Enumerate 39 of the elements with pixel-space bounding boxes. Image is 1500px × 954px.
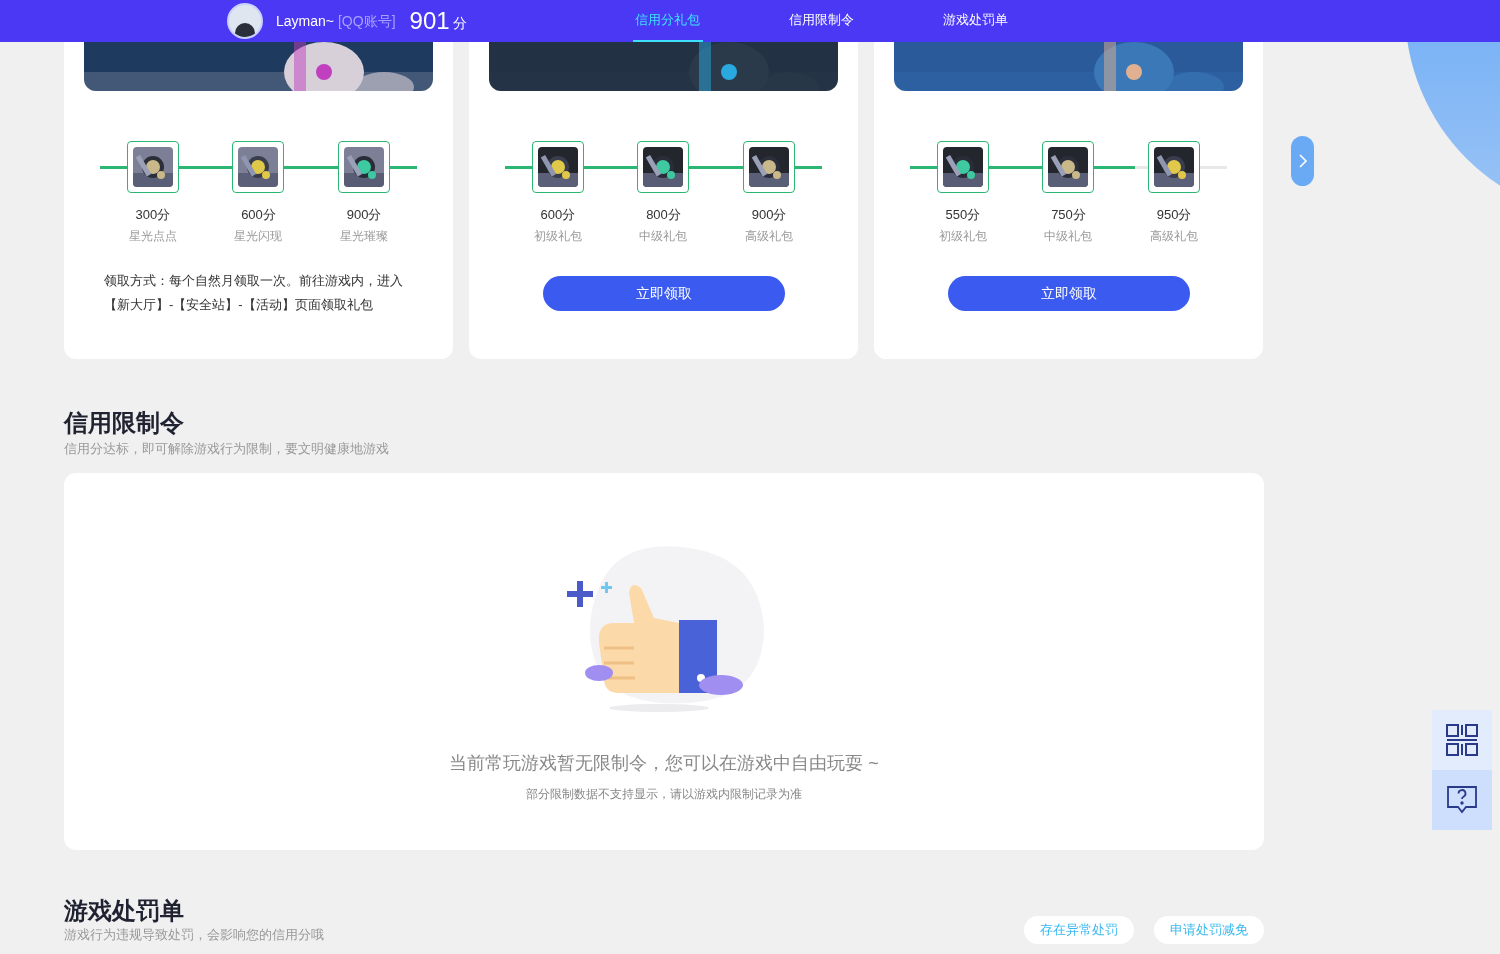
reward-name: 中级礼包 [639, 228, 688, 245]
reward-points: 300分 [135, 206, 171, 224]
reward-name: 高级礼包 [1150, 228, 1199, 245]
reward-points: 600分 [540, 206, 576, 224]
help-button[interactable] [1432, 770, 1492, 830]
nav-tab[interactable]: 信用限制令 [786, 0, 857, 42]
help-chat-icon [1446, 785, 1478, 815]
reward-name: 星光璀璨 [340, 228, 389, 245]
empty-note: 部分限制数据不支持显示，请以游戏内限制记录为准 [526, 786, 802, 803]
claim-instructions: 领取方式：每个自然月领取一次。前往游戏内，进入【新大厅】-【安全站】-【活动】页面领取礼包 [103, 272, 404, 314]
reward-name: 星光点点 [128, 228, 177, 245]
avatar [227, 3, 263, 39]
qr-code-icon [1445, 723, 1479, 757]
account-type: [QQ账号] [338, 11, 396, 31]
credit-score: 901 [409, 9, 450, 33]
user-name: Layman~ [276, 11, 334, 31]
reward-points: 750分 [1051, 206, 1086, 224]
nav-tab[interactable]: 游戏处罚单 [940, 0, 1011, 42]
reward-points: 600分 [241, 206, 276, 224]
section-subtitle: 游戏行为违规导致处罚，会影响您的信用分哦 [64, 926, 324, 944]
reward-points: 900分 [346, 206, 382, 224]
claim-button[interactable]: 立即领取 [947, 276, 1190, 311]
reward-name: 高级礼包 [745, 228, 794, 245]
qr-code-button[interactable] [1432, 710, 1492, 770]
reward-name: 星光闪现 [234, 228, 283, 245]
reward-name: 初级礼包 [533, 228, 582, 245]
section-title: 游戏处罚单 [64, 896, 185, 926]
section-title: 信用限制令 [64, 408, 185, 438]
score-unit: 分 [452, 13, 467, 33]
chevron-right-icon [1297, 153, 1308, 169]
claim-button[interactable]: 立即领取 [542, 276, 785, 311]
reward-points: 800分 [646, 206, 681, 224]
reward-name: 初级礼包 [938, 228, 987, 245]
reward-points: 900分 [751, 206, 787, 224]
empty-message: 当前常玩游戏暂无限制令，您可以在游戏中自由玩耍 ~ [449, 752, 879, 775]
reward-points: 550分 [945, 206, 981, 224]
reward-name: 中级礼包 [1044, 228, 1093, 245]
section-subtitle: 信用分达标，即可解除游戏行为限制，要文明健康地游戏 [64, 440, 390, 458]
reward-points: 950分 [1156, 206, 1192, 224]
